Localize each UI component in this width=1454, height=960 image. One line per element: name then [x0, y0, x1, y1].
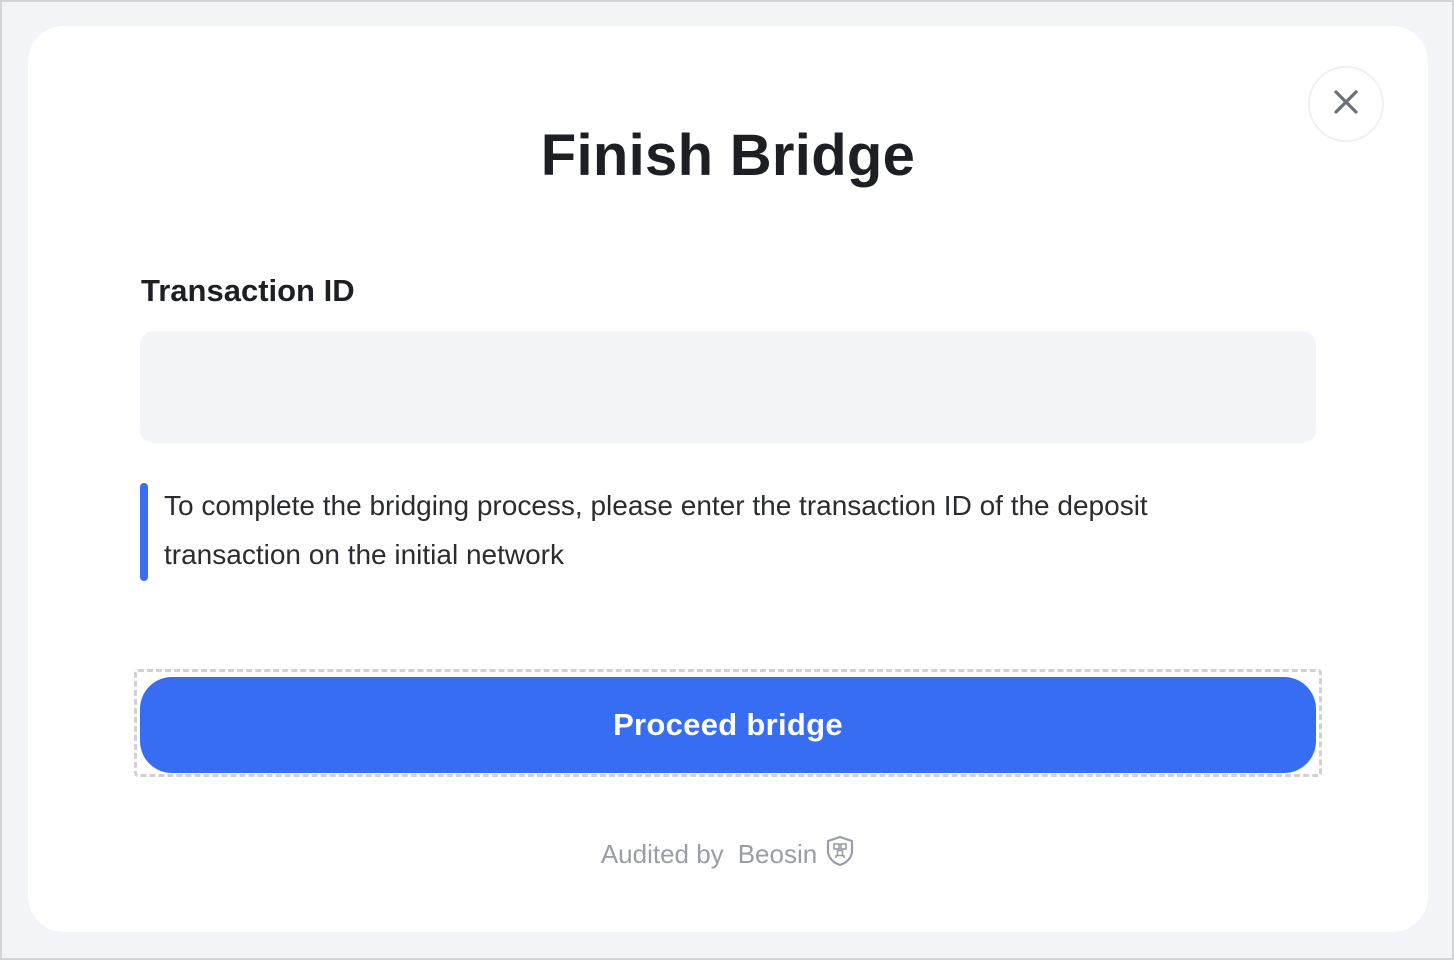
audited-by-text: Audited by [600, 839, 724, 869]
close-icon [1333, 89, 1359, 120]
proceed-bridge-button[interactable]: Proceed bridge [140, 677, 1316, 773]
info-notice: To complete the bridging process, please… [140, 483, 1316, 581]
notice-accent-bar [140, 483, 148, 581]
transaction-id-label: Transaction ID [141, 273, 355, 308]
beosin-shield-icon [825, 835, 855, 874]
finish-bridge-modal: Finish Bridge Transaction ID To complete… [28, 26, 1428, 932]
audit-footer: Audited by Beosin [28, 835, 1428, 874]
auditor-link[interactable]: Beosin [738, 835, 856, 874]
notice-text: To complete the bridging process, please… [164, 490, 1148, 570]
modal-title: Finish Bridge [540, 123, 916, 188]
transaction-id-input[interactable] [140, 331, 1316, 443]
auditor-name: Beosin [737, 839, 818, 869]
